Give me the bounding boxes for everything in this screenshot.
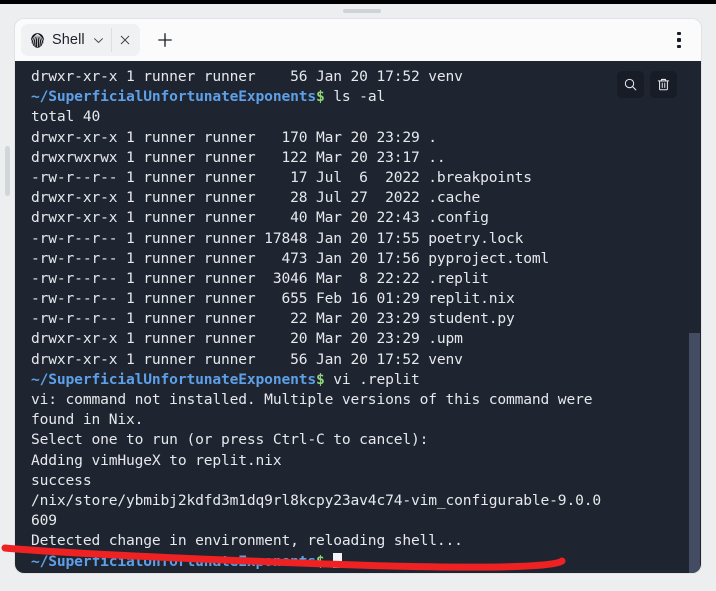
terminal-output-text: Adding vimHugeX to replit.nix: [31, 451, 282, 469]
terminal-scrollbar-thumb[interactable]: [689, 333, 700, 573]
terminal-output-text: found in Nix.: [31, 411, 144, 429]
terminal-action-buttons: [617, 71, 677, 98]
terminal-line: ~/SuperficialUnfortunateExponents$ ls -a…: [31, 87, 701, 107]
terminal-line: -rw-r--r-- 1 runner runner 22 Mar 20 23:…: [31, 309, 701, 329]
terminal-output-text: drwxr-xr-x 1 runner runner 56 Jan 20 17:…: [31, 68, 463, 85]
trash-icon[interactable]: [650, 71, 677, 98]
terminal-line: drwxr-xr-x 1 runner runner 56 Jan 20 17:…: [31, 67, 701, 87]
terminal-output-text: -rw-r--r-- 1 runner runner 22 Mar 20 23:…: [31, 310, 515, 328]
page-scrollbar[interactable]: [702, 18, 716, 591]
terminal-line: -rw-r--r-- 1 runner runner 473 Jan 20 17…: [31, 249, 701, 269]
terminal-line: ~/SuperficialUnfortunateExponents$: [31, 552, 701, 572]
new-tab-button[interactable]: [150, 25, 180, 55]
terminal-line: ~/SuperficialUnfortunateExponents$ vi .r…: [31, 370, 701, 390]
terminal-output-text: total 40: [31, 108, 101, 126]
tab-shell[interactable]: Shell: [21, 24, 140, 56]
terminal-line: Detected change in environment, reloadin…: [31, 531, 701, 551]
terminal-line: drwxr-xr-x 1 runner runner 170 Mar 20 23…: [31, 128, 701, 148]
terminal-output-text: Detected change in environment, reloadin…: [31, 532, 463, 550]
terminal-command-text: vi .replit: [324, 370, 420, 388]
terminal-line: -rw-r--r-- 1 runner runner 655 Feb 16 01…: [31, 289, 701, 309]
terminal-output-text: drwxr-xr-x 1 runner runner 20 Mar 20 23:…: [31, 330, 463, 348]
chevron-down-icon[interactable]: [91, 34, 105, 47]
terminal-prompt-symbol: $: [316, 88, 325, 106]
search-icon[interactable]: [617, 71, 644, 98]
terminal-prompt-symbol: $: [316, 370, 325, 388]
terminal-line: Select one to run (or press Ctrl-C to ca…: [31, 430, 701, 450]
terminal-line: vi: command not installed. Multiple vers…: [31, 390, 701, 410]
shell-icon: [29, 32, 46, 49]
terminal-line: success: [31, 471, 701, 491]
terminal-output-text: Select one to run (or press Ctrl-C to ca…: [31, 431, 429, 449]
terminal-line: drwxr-xr-x 1 runner runner 20 Mar 20 23:…: [31, 329, 701, 349]
terminal-output-text: drwxrwxrwx 1 runner runner 122 Mar 20 23…: [31, 148, 446, 166]
terminal-prompt-path: ~/SuperficialUnfortunateExponents: [31, 552, 316, 570]
terminal-line: drwxrwxrwx 1 runner runner 122 Mar 20 23…: [31, 148, 701, 168]
terminal-line: -rw-r--r-- 1 runner runner 3046 Mar 8 22…: [31, 269, 701, 289]
terminal-output-text: -rw-r--r-- 1 runner runner 3046 Mar 8 22…: [31, 269, 489, 287]
terminal-line: total 40: [31, 107, 701, 127]
terminal-output-text: vi: command not installed. Multiple vers…: [31, 391, 593, 408]
terminal-line: drwxr-xr-x 1 runner runner 40 Mar 20 22:…: [31, 208, 701, 228]
terminal-line: /nix/store/ybmibj2kdfd3m1dq9rl8kcpy23av4…: [31, 491, 701, 511]
terminal-output-text: -rw-r--r-- 1 runner runner 17848 Jan 20 …: [31, 229, 524, 247]
terminal-output-text: drwxr-xr-x 1 runner runner 28 Jul 27 202…: [31, 189, 481, 207]
terminal-line: drwxr-xr-x 1 runner runner 28 Jul 27 202…: [31, 188, 701, 208]
tab-shell-label: Shell: [52, 32, 85, 48]
left-resize-handle[interactable]: [5, 146, 10, 196]
terminal-cursor: [333, 552, 342, 568]
tab-shell-main[interactable]: Shell: [29, 28, 112, 52]
terminal-output-text: drwxr-xr-x 1 runner runner 170 Mar 20 23…: [31, 128, 437, 146]
terminal-output-text: -rw-r--r-- 1 runner runner 17 Jul 6 2022…: [31, 168, 532, 186]
page-scrollbar-thumb[interactable]: [705, 18, 713, 591]
terminal-output-text: drwxr-xr-x 1 runner runner 40 Mar 20 22:…: [31, 209, 489, 227]
terminal-prompt-path: ~/SuperficialUnfortunateExponents: [31, 88, 316, 106]
terminal-output-text: /nix/store/ybmibj2kdfd3m1dq9rl8kcpy23av4…: [31, 491, 601, 509]
terminal-output-text: drwxr-xr-x 1 runner runner 56 Jan 20 17:…: [31, 350, 463, 368]
terminal-line: -rw-r--r-- 1 runner runner 17 Jul 6 2022…: [31, 168, 701, 188]
shell-panel: Shell drwxr-xr-x 1 runner runner 56 Jan …: [14, 18, 702, 574]
terminal-output-text: success: [31, 471, 92, 489]
terminal-line: -rw-r--r-- 1 runner runner 17848 Jan 20 …: [31, 229, 701, 249]
panel-drag-handle[interactable]: [343, 9, 381, 13]
terminal-prompt-path: ~/SuperficialUnfortunateExponents: [31, 370, 316, 388]
terminal-area[interactable]: drwxr-xr-x 1 runner runner 56 Jan 20 17:…: [15, 61, 701, 573]
terminal-prompt-symbol: $: [316, 552, 325, 570]
terminal-output-text: 609: [31, 512, 57, 530]
terminal-output[interactable]: drwxr-xr-x 1 runner runner 56 Jan 20 17:…: [15, 61, 701, 573]
terminal-line: 609: [31, 511, 701, 531]
terminal-command-text: ls -al: [324, 88, 386, 106]
tab-bar: Shell: [15, 19, 701, 61]
terminal-line: drwxr-xr-x 1 runner runner 56 Jan 20 17:…: [31, 350, 701, 370]
close-icon[interactable]: [112, 27, 138, 53]
terminal-output-text: -rw-r--r-- 1 runner runner 655 Feb 16 01…: [31, 290, 515, 308]
terminal-scrollbar[interactable]: [687, 61, 701, 573]
app-root: Shell drwxr-xr-x 1 runner runner 56 Jan …: [0, 0, 716, 591]
terminal-command-text: [325, 553, 334, 570]
terminal-line: found in Nix.: [31, 410, 701, 430]
terminal-line: Adding vimHugeX to replit.nix: [31, 451, 701, 471]
terminal-output-text: -rw-r--r-- 1 runner runner 473 Jan 20 17…: [31, 249, 550, 267]
kebab-menu-icon[interactable]: [667, 28, 691, 52]
